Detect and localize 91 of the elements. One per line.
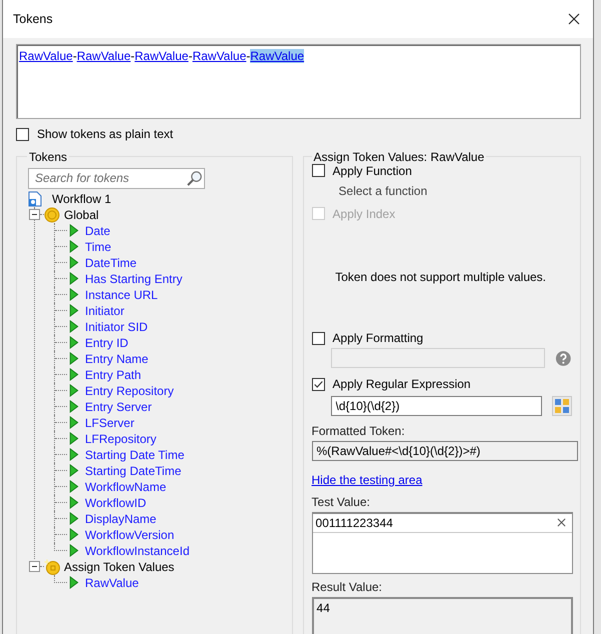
tree-item[interactable]: Entry Server — [85, 400, 152, 414]
play-arrow-icon — [69, 416, 79, 429]
tree-item[interactable]: Starting Date Time — [85, 448, 184, 462]
window-title: Tokens — [13, 12, 53, 26]
checkbox-label: Show tokens as plain text — [37, 127, 174, 141]
hint-text: Select a function — [338, 184, 428, 198]
play-arrow-icon — [69, 272, 79, 285]
token-link[interactable]: RawValue — [192, 49, 246, 63]
token-link[interactable]: RawValue — [19, 49, 73, 63]
tree-item[interactable]: Time — [85, 240, 112, 254]
coin-icon — [44, 206, 60, 222]
checkbox-label: Apply Formatting — [332, 331, 424, 345]
tree-item[interactable]: Global — [64, 208, 99, 222]
close-icon[interactable] — [568, 13, 580, 25]
field-label: Test Value: — [312, 494, 371, 508]
tree-item[interactable]: Entry Path — [85, 368, 142, 382]
checkbox-label: Apply Function — [332, 164, 412, 178]
play-arrow-icon — [69, 224, 79, 237]
play-arrow-icon — [69, 368, 79, 381]
separator: - — [188, 49, 192, 63]
checkbox[interactable] — [312, 164, 325, 177]
play-arrow-icon — [69, 320, 79, 333]
checkbox[interactable] — [312, 378, 325, 390]
test-value-text: 001111223344 — [316, 516, 393, 530]
token-link[interactable]: RawValue — [134, 49, 188, 63]
checkbox-label: Apply Regular Expression — [332, 377, 471, 391]
collapse-toggle[interactable] — [29, 209, 40, 220]
tree-item[interactable]: Instance URL — [85, 288, 158, 302]
field-label: Result Value: — [312, 580, 383, 594]
checkbox[interactable] — [312, 332, 325, 344]
play-arrow-icon — [69, 304, 79, 317]
play-arrow-icon — [69, 256, 79, 269]
tree-item[interactable]: RawValue — [85, 576, 139, 590]
play-arrow-icon — [69, 544, 79, 557]
group-title: Assign Token Values: RawValue — [312, 150, 486, 164]
play-arrow-icon — [69, 448, 79, 461]
group-title: Tokens — [28, 150, 68, 164]
play-arrow-icon — [69, 528, 79, 541]
collapse-toggle[interactable] — [29, 561, 40, 572]
tree-item[interactable]: Initiator — [85, 304, 124, 318]
tree-item[interactable]: Date — [85, 224, 110, 238]
token-link[interactable]: RawValue — [76, 49, 131, 63]
clear-icon[interactable] — [556, 518, 566, 527]
token-link[interactable]: RawValue — [250, 49, 304, 63]
play-arrow-icon — [69, 480, 79, 493]
checkbox-label: Apply Index — [332, 206, 396, 220]
play-arrow-icon — [69, 512, 79, 525]
tree-item[interactable]: Workflow 1 — [52, 192, 112, 206]
play-arrow-icon — [69, 496, 79, 509]
play-arrow-icon — [69, 240, 79, 253]
tree-item[interactable]: LFServer — [85, 416, 134, 430]
tree-item[interactable]: DateTime — [85, 256, 137, 270]
tree-item[interactable]: Entry Repository — [85, 384, 174, 398]
tree-item[interactable]: WorkflowName — [85, 480, 166, 494]
formatted-token-field: %(RawValue#<\d{10}(\d{2})>#) — [312, 440, 578, 460]
pattern-button[interactable] — [552, 396, 572, 416]
tree-item[interactable]: WorkflowVersion — [85, 528, 174, 542]
play-arrow-icon — [69, 384, 79, 397]
separator: - — [130, 49, 135, 63]
separator: - — [72, 49, 77, 63]
help-icon[interactable] — [555, 350, 572, 366]
coin-sparkle-icon — [44, 558, 60, 574]
tree-item[interactable]: Assign Token Values — [64, 560, 174, 574]
play-arrow-icon — [69, 464, 79, 477]
token-expression-field[interactable]: RawValue-RawValue-RawValue-RawValue-RawValue — [16, 44, 581, 119]
test-value-area[interactable]: 001111223344 — [312, 512, 573, 574]
tree-item[interactable]: WorkflowInstanceId — [85, 544, 190, 558]
result-value-text: 44 — [316, 600, 330, 614]
grid-icon — [554, 398, 570, 414]
field-label: Formatted Token: — [312, 424, 406, 438]
tree-item[interactable]: DisplayName — [85, 512, 156, 526]
play-arrow-icon — [69, 400, 79, 413]
workflow-document-icon — [27, 190, 43, 206]
tree-item[interactable]: LFRepository — [85, 432, 156, 446]
message-text: Token does not support multiple values. — [335, 270, 546, 284]
tree-item[interactable]: Initiator SID — [85, 320, 148, 334]
tree-item[interactable]: WorkflowID — [85, 496, 146, 510]
search-field[interactable]: Search for tokens — [28, 168, 205, 188]
tree-item[interactable]: Entry Name — [85, 352, 148, 366]
tree-item[interactable]: Entry ID — [85, 336, 128, 350]
regex-field[interactable]: \d{10}(\d{2}) — [330, 396, 542, 416]
tree-item[interactable]: Has Starting Entry — [85, 272, 182, 286]
play-arrow-icon — [69, 576, 79, 589]
play-arrow-icon — [69, 336, 79, 349]
checkbox[interactable] — [16, 128, 29, 140]
separator: - — [246, 49, 250, 63]
play-arrow-icon — [69, 288, 79, 301]
hide-testing-link[interactable]: Hide the testing area — [312, 472, 422, 486]
play-arrow-icon — [69, 432, 79, 445]
play-arrow-icon — [69, 352, 79, 365]
tree-item[interactable]: Starting DateTime — [85, 464, 182, 478]
